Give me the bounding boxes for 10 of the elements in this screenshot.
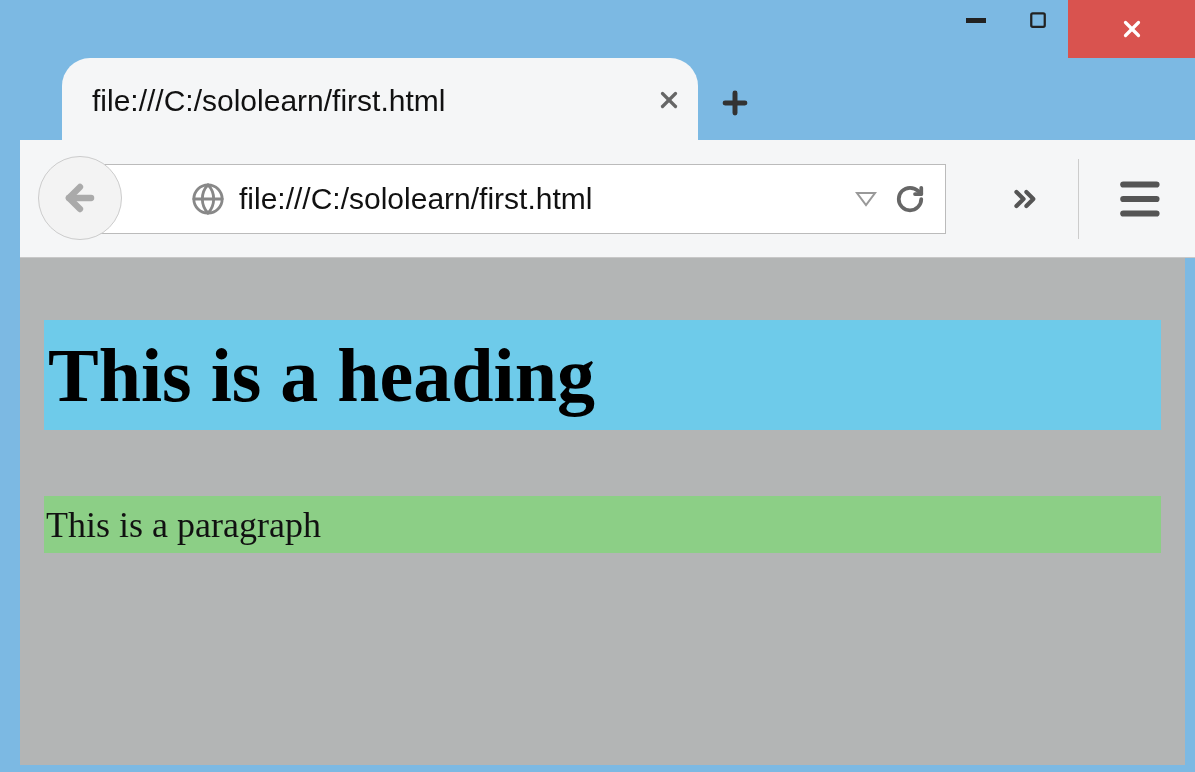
dropdown-icon[interactable]	[855, 190, 878, 207]
maximize-icon	[1028, 11, 1048, 29]
globe-icon	[191, 181, 225, 216]
browser-tab[interactable]: file:///C:/sololearn/first.html	[62, 58, 698, 142]
url-text: file:///C:/sololearn/first.html	[239, 181, 594, 217]
tab-title: file:///C:/sololearn/first.html	[92, 82, 447, 119]
reload-icon[interactable]	[895, 183, 926, 214]
page-heading: This is a heading	[44, 320, 1161, 430]
minimize-icon	[966, 17, 986, 23]
page-paragraph: This is a paragraph	[44, 496, 1161, 553]
